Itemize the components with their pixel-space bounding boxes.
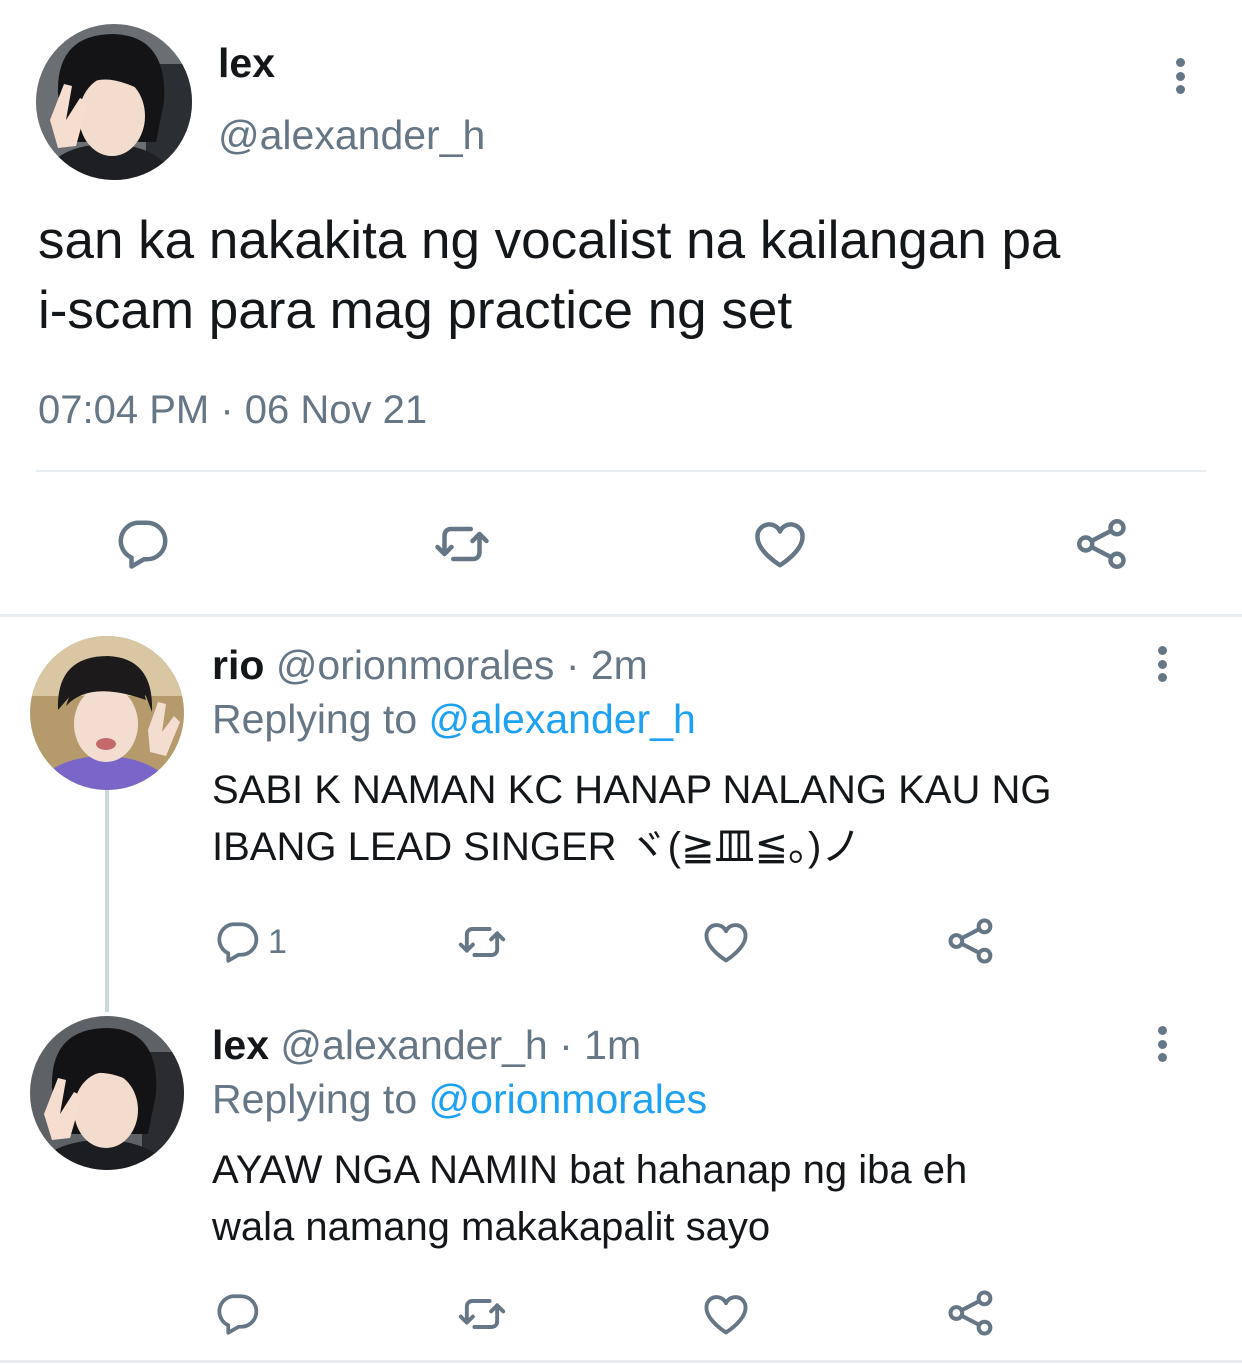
reply-icon [212, 917, 262, 967]
retweet-icon [430, 514, 494, 574]
reply-1-reply-count: 1 [268, 922, 287, 961]
replying-to-label: Replying to [212, 1076, 429, 1122]
retweet-icon [454, 916, 510, 968]
reply-2-avatar[interactable] [30, 1016, 184, 1170]
reply-1-header: rio @orionmorales · 2m [212, 642, 648, 689]
reply-1-name[interactable]: rio [212, 642, 264, 688]
reply-2-text-line: AYAW NGA NAMIN bat hahanap ng iba eh [212, 1148, 968, 1192]
like-icon [700, 1288, 752, 1340]
reply-1-text: SABI K NAMAN KC HANAP NALANG KAU NG IBAN… [212, 762, 1202, 876]
share-icon [944, 914, 998, 968]
reply-1-more-icon[interactable] [1156, 646, 1168, 682]
main-tweet-text-line: i-scam para mag practice ng set [38, 281, 793, 340]
reply-2-more-icon[interactable] [1156, 1026, 1168, 1062]
section-separator [0, 614, 1242, 617]
main-retweet-button[interactable] [430, 514, 494, 574]
reply-2-replying-to: Replying to @orionmorales [212, 1076, 707, 1123]
main-share-button[interactable] [1070, 514, 1134, 574]
reply-2-name[interactable]: lex [212, 1022, 269, 1068]
main-tweet-timestamp[interactable]: 07:04 PM · 06 Nov 21 [38, 388, 427, 433]
reply-1-reply-button[interactable]: 1 [212, 916, 287, 968]
main-tweet-avatar[interactable] [36, 24, 192, 180]
replying-to-mention[interactable]: @alexander_h [429, 696, 696, 742]
reply-2-retweet-button[interactable] [454, 1288, 510, 1340]
share-icon [1070, 514, 1134, 574]
replying-to-label: Replying to [212, 696, 429, 742]
reply-2-text: AYAW NGA NAMIN bat hahanap ng iba eh wal… [212, 1142, 1202, 1256]
thread-line [105, 790, 109, 1012]
replying-to-mention[interactable]: @orionmorales [429, 1076, 708, 1122]
like-icon [750, 514, 810, 574]
reply-2-meta[interactable]: @alexander_h · 1m [280, 1022, 641, 1068]
main-tweet-handle[interactable]: @alexander_h [218, 112, 485, 159]
share-icon [944, 1286, 998, 1340]
reply-2-like-button[interactable] [700, 1288, 752, 1340]
reply-2-text-line: wala namang makakapalit sayo [212, 1205, 771, 1249]
reply-icon [112, 514, 172, 574]
reply-icon [212, 1289, 262, 1339]
main-tweet-text-line: san ka nakakita ng vocalist na kailangan… [38, 211, 1061, 270]
reply-1-text-line: IBANG LEAD SINGER ヾ(≧皿≦。)ノ [212, 825, 862, 869]
bottom-separator [0, 1360, 1242, 1363]
reply-2-reply-button[interactable] [212, 1288, 268, 1340]
like-icon [700, 916, 752, 968]
main-tweet-text: san ka nakakita ng vocalist na kailangan… [38, 206, 1218, 346]
reply-1-retweet-button[interactable] [454, 916, 510, 968]
retweet-icon [454, 1288, 510, 1340]
reply-1-like-button[interactable] [700, 916, 752, 968]
main-like-button[interactable] [750, 514, 810, 574]
main-tweet-name[interactable]: lex [218, 40, 275, 87]
reply-2-header: lex @alexander_h · 1m [212, 1022, 641, 1069]
reply-2-share-button[interactable] [944, 1286, 998, 1340]
reply-1-meta[interactable]: @orionmorales · 2m [276, 642, 648, 688]
reply-1-replying-to: Replying to @alexander_h [212, 696, 696, 743]
main-reply-button[interactable] [112, 514, 172, 574]
divider [36, 470, 1206, 472]
reply-1-avatar[interactable] [30, 636, 184, 790]
main-tweet-more-icon[interactable] [1174, 58, 1186, 94]
reply-1-share-button[interactable] [944, 914, 998, 968]
reply-1-text-line: SABI K NAMAN KC HANAP NALANG KAU NG [212, 768, 1052, 812]
